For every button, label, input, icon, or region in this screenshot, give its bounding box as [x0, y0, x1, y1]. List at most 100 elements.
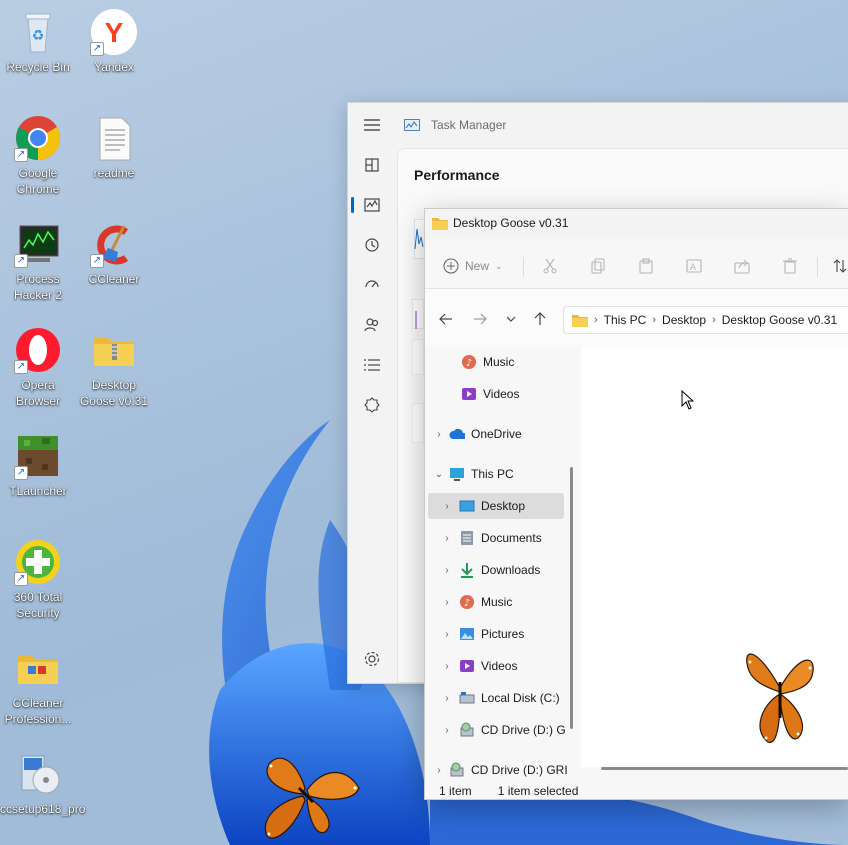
chevron-right-icon: ›: [594, 314, 598, 326]
item-count: 1 item: [439, 784, 472, 798]
cd-drive-icon: [459, 722, 475, 738]
desktop-icon-label: Opera Browser: [15, 378, 60, 408]
yandex-icon: Y ↗: [90, 8, 138, 56]
navigation-pane: ♪ Music Videos › OneDrive ⌄ This PC › De…: [425, 347, 577, 777]
this-pc-icon: [449, 466, 465, 482]
tree-item-onedrive[interactable]: › OneDrive: [425, 421, 573, 447]
details-icon[interactable]: [360, 353, 384, 377]
desktop-icon-chrome[interactable]: ↗ Google Chrome: [0, 114, 76, 197]
chevron-right-icon[interactable]: ›: [433, 765, 445, 776]
disk-graph-thumbnail[interactable]: [412, 339, 424, 375]
chevron-right-icon[interactable]: ›: [433, 429, 445, 440]
tree-item-label: Downloads: [481, 563, 541, 577]
shortcut-arrow-icon: ↗: [90, 42, 104, 56]
tree-item-cd-drive[interactable]: › CD Drive (D:) G: [425, 717, 573, 743]
desktop-icon-recycle-bin[interactable]: ♻ Recycle Bin: [0, 8, 76, 75]
breadcrumb-desktop[interactable]: Desktop: [662, 313, 706, 327]
delete-button[interactable]: [779, 255, 801, 277]
desktop-icon-ccsetup[interactable]: ccsetup618_pro: [0, 750, 86, 817]
cut-button[interactable]: [539, 255, 561, 277]
task-manager-app-icon: [404, 119, 420, 131]
chevron-down-icon[interactable]: ⌄: [433, 469, 445, 480]
startup-apps-icon[interactable]: [360, 273, 384, 297]
page-title: Performance: [414, 167, 500, 183]
breadcrumb-desktop-goose[interactable]: Desktop Goose v0.31: [722, 313, 837, 327]
chevron-right-icon[interactable]: ›: [441, 629, 453, 640]
settings-icon[interactable]: [360, 647, 384, 671]
paste-button[interactable]: [635, 255, 657, 277]
desktop-icon-label: CCleaner Profession...: [4, 696, 72, 726]
up-button[interactable]: [531, 310, 549, 328]
tree-item-downloads[interactable]: › Downloads: [425, 557, 573, 583]
users-icon[interactable]: [360, 313, 384, 337]
desktop-icon-360-security[interactable]: ↗ 360 Total Security: [0, 538, 76, 621]
address-bar[interactable]: › This PC › Desktop › Desktop Goose v0.3…: [563, 306, 848, 334]
tree-item-music[interactable]: › ♪ Music: [425, 589, 573, 615]
forward-button[interactable]: [471, 310, 489, 328]
tree-item-desktop[interactable]: › Desktop: [428, 493, 564, 519]
desktop-icon-label: ccsetup618_pro: [0, 802, 86, 816]
app-history-icon[interactable]: [360, 233, 384, 257]
folder-icon: [432, 218, 448, 230]
arrow-left-icon: [439, 313, 452, 325]
chrome-icon: ↗: [14, 114, 62, 162]
processes-icon[interactable]: [360, 153, 384, 177]
desktop-icon-process-hacker[interactable]: ↗ Process Hacker 2: [0, 220, 76, 303]
performance-icon[interactable]: [360, 193, 384, 217]
chevron-right-icon[interactable]: ›: [441, 725, 453, 736]
tree-item-this-pc[interactable]: ⌄ This PC: [425, 461, 573, 487]
breadcrumb-this-pc[interactable]: This PC: [604, 313, 647, 327]
sort-button[interactable]: [829, 255, 848, 277]
horizontal-scrollbar[interactable]: [601, 767, 848, 770]
chevron-right-icon[interactable]: ›: [441, 693, 453, 704]
tree-item-videos[interactable]: Videos: [425, 381, 573, 407]
rename-button[interactable]: A: [683, 255, 705, 277]
desktop-icon-label: Desktop Goose v0.31: [79, 378, 149, 408]
tree-item-documents[interactable]: › Documents: [425, 525, 573, 551]
network-graph-thumbnail[interactable]: [412, 403, 424, 443]
desktop-icon-tlauncher[interactable]: ↗ TLauncher: [0, 432, 76, 499]
butterfly-icon: [746, 650, 814, 743]
tree-item-pictures[interactable]: › Pictures: [425, 621, 573, 647]
memory-graph-thumbnail[interactable]: [412, 299, 424, 329]
desktop-icon-ccleaner-professional[interactable]: CCleaner Profession...: [0, 644, 76, 727]
chevron-right-icon[interactable]: ›: [441, 501, 453, 512]
hamburger-menu-icon[interactable]: [360, 113, 384, 137]
tree-item-local-disk[interactable]: › Local Disk (C:): [425, 685, 573, 711]
desktop-icon-label: TLauncher: [9, 484, 67, 498]
tree-item-label: Pictures: [481, 627, 525, 641]
tlauncher-icon: ↗: [14, 432, 62, 480]
chevron-right-icon: ›: [652, 314, 657, 326]
services-icon[interactable]: [360, 393, 384, 417]
folder-icon: [14, 644, 62, 692]
music-icon: ♪: [461, 354, 477, 370]
shortcut-arrow-icon: ↗: [14, 466, 28, 480]
title-bar[interactable]: Desktop Goose v0.31: [425, 209, 848, 239]
desktop-icon-yandex[interactable]: Y ↗ Yandex: [76, 8, 152, 75]
tree-item-videos[interactable]: › Videos: [425, 653, 573, 679]
tree-item-music[interactable]: ♪ Music: [425, 349, 573, 375]
process-hacker-icon: ↗: [14, 220, 62, 268]
tree-item-label: Local Disk (C:): [481, 691, 560, 705]
new-button[interactable]: New ⌄: [443, 255, 503, 277]
chevron-right-icon[interactable]: ›: [441, 533, 453, 544]
trash-icon: [783, 258, 797, 274]
chevron-right-icon[interactable]: ›: [441, 597, 453, 608]
copy-button[interactable]: [587, 255, 609, 277]
tree-item-label: Music: [483, 355, 515, 369]
chevron-right-icon[interactable]: ›: [441, 565, 453, 576]
local-disk-icon: [459, 690, 475, 706]
sort-icon: [833, 259, 847, 273]
chevron-right-icon[interactable]: ›: [441, 661, 453, 672]
desktop-icon-opera[interactable]: ↗ Opera Browser: [0, 326, 76, 409]
share-button[interactable]: [731, 255, 753, 277]
recent-locations-button[interactable]: [502, 310, 520, 328]
back-button[interactable]: [437, 310, 455, 328]
desktop-icon-ccleaner[interactable]: ↗ CCleaner: [76, 220, 152, 287]
desktop-icon-desktop-goose[interactable]: Desktop Goose v0.31: [76, 326, 152, 409]
navigation-scrollbar[interactable]: [570, 467, 573, 729]
tree-item-label: OneDrive: [471, 427, 522, 441]
tree-item-cd-drive-root[interactable]: › CD Drive (D:) GRI: [425, 757, 573, 777]
divider: [523, 257, 524, 277]
desktop-icon-readme[interactable]: readme: [76, 114, 152, 181]
